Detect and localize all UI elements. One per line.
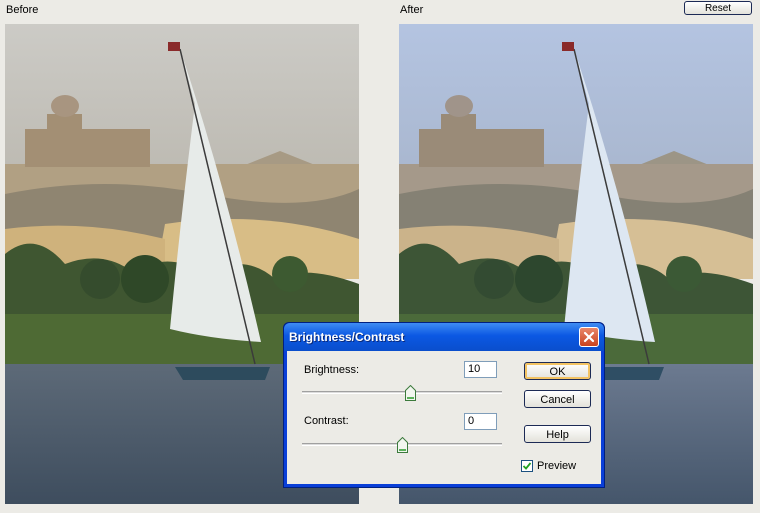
before-label: Before <box>6 4 39 16</box>
brightness-contrast-dialog: Brightness/Contrast Brightness: 10 Contr… <box>283 322 605 488</box>
reset-button[interactable]: Reset <box>684 1 752 15</box>
dialog-title-bar[interactable]: Brightness/Contrast <box>284 323 604 351</box>
brightness-input[interactable]: 10 <box>464 361 497 378</box>
slider-thumb-icon <box>405 384 416 401</box>
close-icon <box>583 331 595 343</box>
cancel-button[interactable]: Cancel <box>524 390 591 408</box>
help-button[interactable]: Help <box>524 425 591 443</box>
slider-thumb-icon <box>397 436 408 453</box>
close-button[interactable] <box>579 327 599 347</box>
brightness-label: Brightness: <box>304 364 360 376</box>
contrast-input[interactable]: 0 <box>464 413 497 430</box>
preview-label: Preview <box>537 460 577 472</box>
after-label: After <box>400 4 424 16</box>
brightness-slider-thumb[interactable] <box>405 384 416 401</box>
dialog-title: Brightness/Contrast <box>289 330 405 344</box>
ok-button[interactable]: OK <box>524 362 591 380</box>
contrast-label: Contrast: <box>304 415 349 427</box>
check-icon <box>522 462 532 470</box>
preview-checkbox[interactable] <box>521 460 533 472</box>
contrast-slider-thumb[interactable] <box>397 436 408 453</box>
dialog-client-area: Brightness: 10 Contrast: 0 OK Cancel Hel… <box>287 351 601 484</box>
brightness-slider-track[interactable] <box>302 391 502 394</box>
